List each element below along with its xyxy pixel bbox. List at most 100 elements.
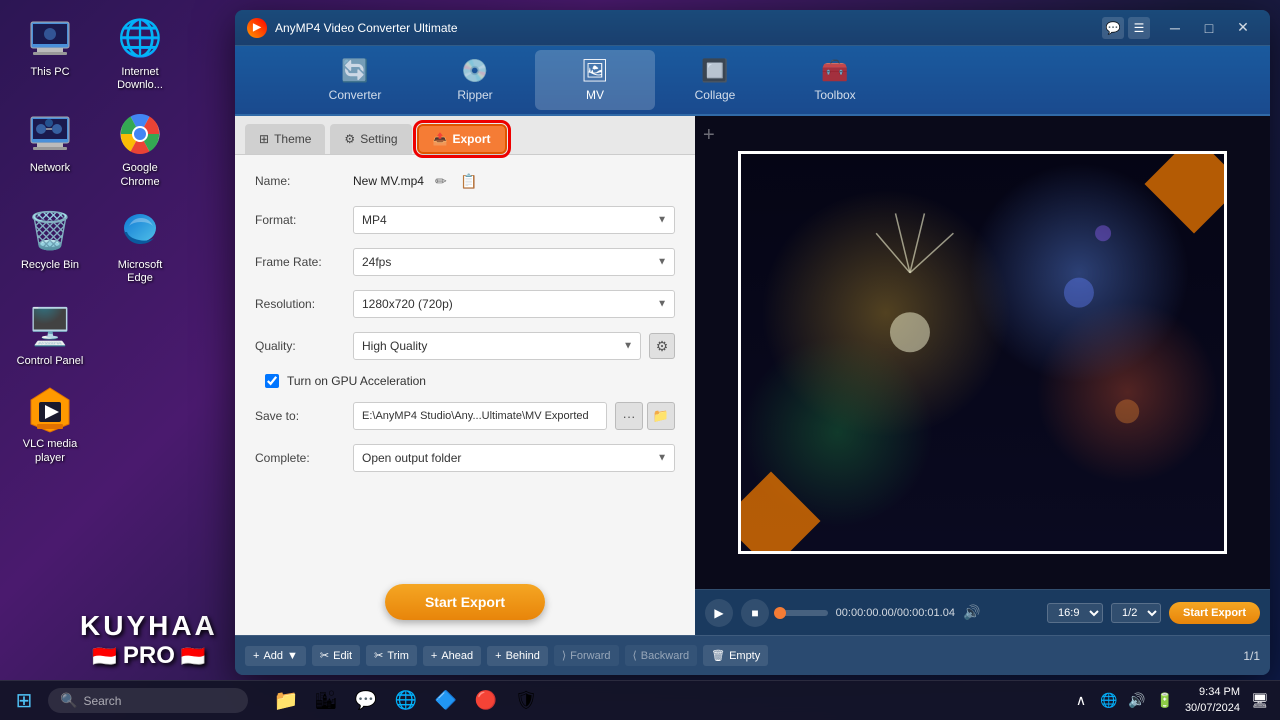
progress-bar[interactable] <box>777 610 828 616</box>
desktop-icon-microsoft-edge[interactable]: MicrosoftEdge <box>100 203 180 289</box>
sub-tab-setting[interactable]: ⚙ Setting <box>330 124 411 154</box>
add-media-button[interactable]: + <box>703 124 715 147</box>
behind-button[interactable]: + Behind <box>487 646 548 666</box>
search-input[interactable] <box>83 694 233 708</box>
recycle-bin-icon: 🗑️ <box>26 207 74 255</box>
tray-network-tray-icon[interactable]: 🌐 <box>1097 689 1121 713</box>
taskbar-security-icon[interactable]: 🔴 <box>468 683 504 719</box>
google-chrome-icon <box>116 110 164 158</box>
aspect-select[interactable]: 16:9 4:3 1:1 <box>1047 603 1103 623</box>
play-button[interactable]: ▶ <box>705 599 733 627</box>
microsoft-edge-label: MicrosoftEdge <box>118 259 163 285</box>
date-display-taskbar: 30/07/2024 <box>1185 701 1240 716</box>
start-export-button[interactable]: Start Export <box>385 584 545 620</box>
ripper-icon: 💿 <box>461 58 488 84</box>
ahead-button[interactable]: + Ahead <box>423 646 481 666</box>
framerate-row: Frame Rate: 24fps 30fps 60fps ▼ <box>255 248 675 276</box>
saveto-folder-button[interactable]: 📁 <box>647 402 675 430</box>
theme-label: Theme <box>274 132 311 146</box>
page-indicator: 1/1 <box>1243 649 1260 663</box>
desktop-icons: This PC 🌐 InternetDownlo... Netw <box>10 10 180 469</box>
format-select[interactable]: MP4 AVI MOV MKV <box>353 206 675 234</box>
vlc-label: VLC mediaplayer <box>23 438 77 464</box>
backward-button[interactable]: ⟨ Backward <box>625 645 698 666</box>
time-display-taskbar: 9:34 PM <box>1185 685 1240 700</box>
saveto-value: E:\AnyMP4 Studio\Any...Ultimate\MV Expor… <box>353 402 607 430</box>
gpu-checkbox[interactable] <box>265 374 279 388</box>
add-button[interactable]: + Add ▼ <box>245 646 306 666</box>
tray-battery-icon[interactable]: 🔋 <box>1153 689 1177 713</box>
menu-icon[interactable]: ☰ <box>1128 17 1150 39</box>
name-copy-button[interactable]: 📋 <box>458 170 480 192</box>
converter-icon: 🔄 <box>341 58 368 84</box>
name-row: Name: New MV.mp4 ✏ 📋 <box>255 170 675 192</box>
desktop-icon-control-panel[interactable]: 🖥️ Control Panel <box>10 299 90 372</box>
close-button[interactable]: ✕ <box>1228 17 1258 39</box>
microsoft-edge-icon <box>116 207 164 255</box>
desktop-icon-vlc[interactable]: VLC mediaplayer <box>10 382 90 468</box>
resolution-select[interactable]: 1280x720 (720p) 1920x1080 (1080p) 3840x2… <box>353 290 675 318</box>
desktop-icon-google-chrome[interactable]: GoogleChrome <box>100 106 180 192</box>
clip-select[interactable]: 1/2 2/2 <box>1111 603 1161 623</box>
quality-settings-button[interactable]: ⚙ <box>649 333 675 359</box>
taskbar: ⊞ 🔍 📁 🏙 💬 🌐 🔷 🔴 🛡 ∧ 🌐 🔊 🔋 9:34 PM 30/07/… <box>0 680 1280 720</box>
forward-button[interactable]: ⟩ Forward <box>554 645 619 666</box>
tray-expand-icon[interactable]: ∧ <box>1069 689 1093 713</box>
start-export-button-right[interactable]: Start Export <box>1169 602 1260 624</box>
desktop-icon-network[interactable]: Network <box>10 106 90 192</box>
setting-gear-icon: ⚙ <box>344 132 355 146</box>
gpu-row: Turn on GPU Acceleration <box>255 374 675 388</box>
resolution-select-wrapper: 1280x720 (720p) 1920x1080 (1080p) 3840x2… <box>353 290 675 318</box>
name-edit-button[interactable]: ✏ <box>430 170 452 192</box>
left-panel: ⊞ Theme ⚙ Setting 📤 Export Name: <box>235 116 695 635</box>
chat-icon[interactable]: 💬 <box>1102 17 1124 39</box>
minimize-button[interactable]: ─ <box>1160 17 1190 39</box>
volume-icon[interactable]: 🔊 <box>963 604 980 621</box>
complete-select[interactable]: Open output folder Do nothing Shutdown <box>353 444 675 472</box>
internet-download-icon: 🌐 <box>116 14 164 62</box>
this-pc-icon <box>26 14 74 62</box>
quality-row: Quality: High Quality Medium Quality Low… <box>255 332 675 360</box>
video-preview: + + <box>695 116 1270 589</box>
maximize-button[interactable]: □ <box>1194 17 1224 39</box>
watermark: KUYHAA 🇮🇩 PRO 🇮🇩 <box>80 610 218 670</box>
framerate-label: Frame Rate: <box>255 255 345 269</box>
desktop-icon-recycle-bin[interactable]: 🗑️ Recycle Bin <box>10 203 90 289</box>
taskbar-city-icon[interactable]: 🏙 <box>308 683 344 719</box>
tray-notification-icon[interactable]: 🖥 <box>1248 689 1272 713</box>
quality-select[interactable]: High Quality Medium Quality Low Quality <box>353 332 641 360</box>
this-pc-label: This PC <box>30 66 69 79</box>
saveto-browse-button[interactable]: ··· <box>615 402 643 430</box>
taskbar-chrome-icon[interactable]: 🌐 <box>388 683 424 719</box>
desktop-icon-internet-download[interactable]: 🌐 InternetDownlo... <box>100 10 180 96</box>
taskbar-shield-icon[interactable]: 🛡 <box>508 683 544 719</box>
edit-icon: ✂ <box>320 649 329 662</box>
sub-tab-theme[interactable]: ⊞ Theme <box>245 124 325 154</box>
sub-tabs: ⊞ Theme ⚙ Setting 📤 Export <box>235 116 695 155</box>
framerate-select[interactable]: 24fps 30fps 60fps <box>353 248 675 276</box>
tab-toolbox[interactable]: 🧰 Toolbox <box>775 50 895 110</box>
stop-button[interactable]: ■ <box>741 599 769 627</box>
flag-left: 🇮🇩 <box>92 644 117 669</box>
taskbar-whatsapp-icon[interactable]: 💬 <box>348 683 384 719</box>
recycle-bin-label: Recycle Bin <box>21 259 79 272</box>
flag-right: 🇮🇩 <box>181 644 206 669</box>
tray-volume-icon[interactable]: 🔊 <box>1125 689 1149 713</box>
empty-button[interactable]: 🗑 Empty <box>703 645 768 666</box>
desktop-icon-this-pc[interactable]: This PC <box>10 10 90 96</box>
tab-ripper[interactable]: 💿 Ripper <box>415 50 535 110</box>
tab-collage[interactable]: 🔲 Collage <box>655 50 775 110</box>
sub-tab-export[interactable]: 📤 Export <box>417 124 507 154</box>
saveto-buttons: ··· 📁 <box>615 402 675 430</box>
main-content: ⊞ Theme ⚙ Setting 📤 Export Name: <box>235 116 1270 635</box>
taskbar-explorer-icon[interactable]: 📁 <box>268 683 304 719</box>
quality-select-wrapper: High Quality Medium Quality Low Quality … <box>353 332 641 360</box>
toolbox-label: Toolbox <box>814 88 855 102</box>
edit-button[interactable]: ✂ Edit <box>312 645 360 666</box>
trim-button[interactable]: ✂ Trim <box>366 645 417 666</box>
tab-converter[interactable]: 🔄 Converter <box>295 50 415 110</box>
taskbar-edge-icon[interactable]: 🔷 <box>428 683 464 719</box>
tab-mv[interactable]: 🖼 MV <box>535 50 655 110</box>
start-button[interactable]: ⊞ <box>8 685 40 717</box>
setting-label: Setting <box>360 132 397 146</box>
